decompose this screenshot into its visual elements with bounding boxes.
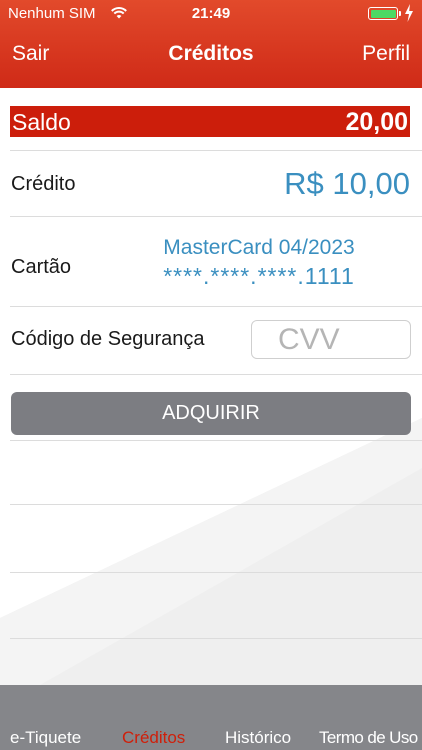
status-bar: Nenhum SIM 21:49 xyxy=(0,0,422,28)
card-name[interactable]: MasterCard 04/2023 xyxy=(150,236,368,260)
row-divider xyxy=(10,440,422,441)
clock: 21:49 xyxy=(191,5,231,22)
perfil-button[interactable]: Perfil xyxy=(362,42,410,66)
card-number[interactable]: ****.****.****.1111 xyxy=(150,263,368,290)
tab-historico[interactable]: Histórico xyxy=(225,728,291,748)
credit-label: Crédito xyxy=(11,173,76,195)
balance-value: 20,00 xyxy=(345,108,408,136)
adquirir-button[interactable]: ADQUIRIR xyxy=(11,392,411,435)
header: Nenhum SIM 21:49 Sair Créditos Perfil xyxy=(0,0,422,88)
row-divider xyxy=(10,216,422,217)
page-title: Créditos xyxy=(168,42,254,65)
row-divider xyxy=(10,504,422,505)
row-divider xyxy=(10,638,422,639)
card-label: Cartão xyxy=(11,256,72,278)
tab-bar: e-Tiquete Créditos Histórico Termo de Us… xyxy=(0,685,422,750)
row-divider xyxy=(10,150,422,151)
tab-creditos[interactable]: Créditos xyxy=(122,728,185,748)
navigation-bar: Sair Créditos Perfil xyxy=(0,28,422,88)
balance-bar: Saldo 20,00 xyxy=(10,106,410,137)
row-divider xyxy=(10,572,422,573)
credits-form: Saldo 20,00 Crédito R$ 10,00 Cartão Mast… xyxy=(0,88,422,685)
row-divider xyxy=(10,374,422,375)
security-code-label: Código de Segurança xyxy=(11,328,205,350)
charging-icon xyxy=(405,4,413,22)
battery-icon xyxy=(368,7,401,20)
tab-termo-de-uso[interactable]: Termo de Uso xyxy=(319,728,418,748)
row-divider xyxy=(10,306,422,307)
tab-e-tiquete[interactable]: e-Tiquete xyxy=(10,728,81,748)
credit-value[interactable]: R$ 10,00 xyxy=(284,166,410,202)
balance-label: Saldo xyxy=(12,109,71,135)
cvv-input[interactable] xyxy=(251,320,411,359)
